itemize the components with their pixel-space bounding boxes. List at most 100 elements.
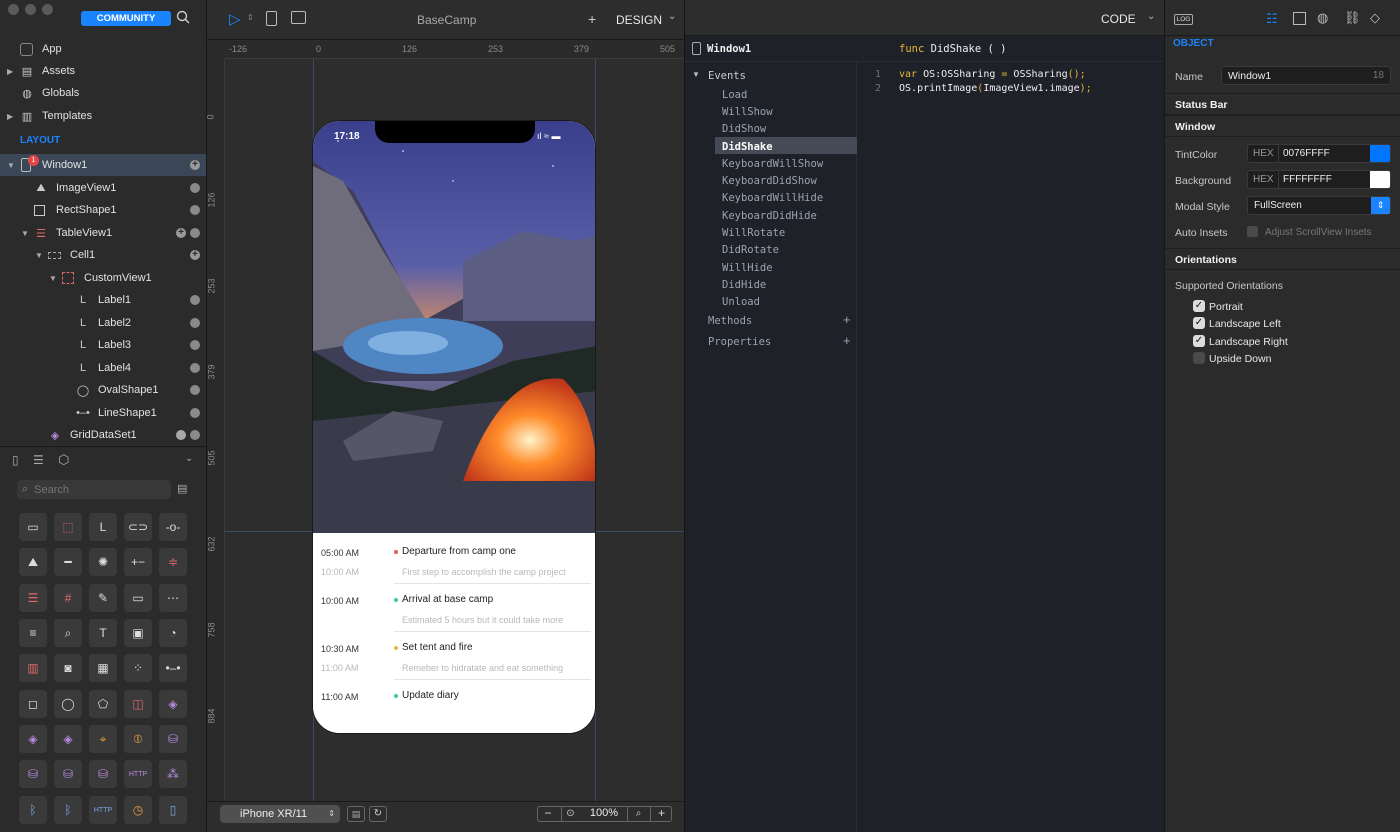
spinner-widget-icon[interactable]: ✺ [89,548,117,576]
add-icon[interactable]: + [190,250,200,260]
tintcolor-swatch[interactable] [1370,145,1390,162]
slider-widget-icon[interactable]: -o- [159,513,187,541]
list-icon[interactable]: ☰ [33,453,44,467]
http2-widget-icon[interactable]: HTTP [89,796,117,824]
http-widget-icon[interactable]: HTTP [124,760,152,788]
disclosure-down-icon[interactable]: ▼ [49,274,57,283]
visibility-dot-icon[interactable] [190,363,200,373]
orientations-section[interactable]: Orientations [1165,248,1400,270]
refresh-icon[interactable]: ↻ [369,806,387,822]
device-select[interactable]: iPhone XR/11 ⇕ [220,805,340,823]
stepper-widget-icon[interactable]: +− [124,548,152,576]
link-tab-icon[interactable]: ⛓ [1344,10,1361,26]
database-widget-icon[interactable]: ⛁ [159,725,187,753]
event-item-keyboardwillhide[interactable]: KeyboardWillHide [722,192,823,204]
carousel-widget-icon[interactable]: ▥ [19,654,47,682]
location-widget-icon[interactable]: ⌖ [89,725,117,753]
db2-widget-icon[interactable]: ⛁ [54,760,82,788]
webview-widget-icon[interactable]: ▣ [124,619,152,647]
label-widget-icon[interactable]: L [89,513,117,541]
video-widget-icon[interactable]: ▦ [89,654,117,682]
event-item-didrotate[interactable]: DidRotate [722,244,779,256]
cube-icon[interactable]: ⬡ [58,452,69,468]
nav-item-globals[interactable]: ◍ Globals [0,82,206,104]
add-property-icon[interactable]: + [843,333,851,348]
picker-widget-icon[interactable]: ≑ [159,548,187,576]
tree-item-label3[interactable]: L Label3 [0,334,206,356]
play-icon[interactable]: ▷ [229,10,241,28]
disclosure-right-icon[interactable]: ▶ [7,67,13,76]
tree-item-label2[interactable]: L Label2 [0,312,206,334]
event-item-keyboarddidshow[interactable]: KeyboardDidShow [722,175,817,187]
tree-item-lineshape1[interactable]: •–• LineShape1 [0,402,206,424]
nav-item-app[interactable]: App [0,38,206,60]
add-button[interactable]: + [588,11,596,27]
visibility-dot-icon[interactable] [190,340,200,350]
tree-item-label4[interactable]: L Label4 [0,357,206,379]
disclosure-down-icon[interactable]: ▼ [21,229,29,238]
portrait-checkbox[interactable]: ✓ [1193,300,1205,312]
disclosure-right-icon[interactable]: ▶ [7,112,13,121]
scatter-widget-icon[interactable]: ⁘ [124,654,152,682]
polygon-widget-icon[interactable]: ⬠ [89,690,117,718]
layout-icon[interactable] [291,11,306,24]
textview-widget-icon[interactable]: ≡ [19,619,47,647]
visibility-dot-icon[interactable] [190,318,200,328]
visibility-dot-icon[interactable] [190,408,200,418]
chart-widget-icon[interactable]: ◔ [159,619,187,647]
event-item-load[interactable]: Load [722,89,747,101]
tree-item-imageview1[interactable]: ⛰ ImageView1 [0,177,206,199]
modal-style-select[interactable]: FullScreen ⇕ [1247,196,1391,215]
properties-tab-icon[interactable]: ☷ [1266,11,1278,27]
add-method-icon[interactable]: + [843,312,851,327]
visibility-dot-icon[interactable] [190,183,200,193]
device-frame[interactable]: 17:18 ıl ≈ ▬ 05:00 AM Departure from cam… [312,120,596,734]
design-mode-label[interactable]: DESIGN [616,13,662,27]
auto-insets-checkbox[interactable] [1247,226,1258,237]
stack2-widget-icon[interactable]: ◈ [54,725,82,753]
searchbar-widget-icon[interactable]: ⌕ [54,619,82,647]
storage-widget-icon[interactable]: ▯ [159,796,187,824]
chevron-updown-icon[interactable]: ⇕ [247,13,254,22]
db3-widget-icon[interactable]: ⛁ [89,760,117,788]
play-icon[interactable] [176,430,186,440]
code-mode-label[interactable]: CODE [1101,12,1136,26]
device-icon[interactable]: ▯ [12,453,19,467]
event-item-unload[interactable]: Unload [722,296,760,308]
tree-item-window1[interactable]: ▼ 1 Window1 + [0,154,206,176]
upside-down-checkbox[interactable] [1193,352,1205,364]
chevron-down-icon[interactable]: ⌄ [185,453,193,464]
name-input[interactable]: Window1 18 [1221,66,1391,85]
zoom-search-icon[interactable]: ⌕ [627,806,649,822]
theme-tab-icon[interactable]: ◍ [1317,10,1328,26]
landscape-left-checkbox[interactable]: ✓ [1193,317,1205,329]
disclosure-down-icon[interactable]: ▼ [7,161,15,170]
button-widget-icon[interactable]: ▭ [19,513,47,541]
tree-item-cell1[interactable]: ▼ Cell1 + [0,244,206,266]
stack-widget-icon[interactable]: ◈ [19,725,47,753]
tree-item-customview1[interactable]: ▼ CustomView1 [0,267,206,289]
timeline-table[interactable]: 05:00 AM Departure from camp one 10:00 A… [313,533,595,733]
visibility-dot-icon[interactable] [190,295,200,305]
event-item-keyboardwillshow[interactable]: KeyboardWillShow [722,158,823,170]
event-item-didhide[interactable]: DidHide [722,279,766,291]
progress-widget-icon[interactable]: ━ [54,548,82,576]
tree-item-tableview1[interactable]: ▼ ☰ TableView1 + [0,222,206,244]
line-widget-icon[interactable]: •–• [159,654,187,682]
pen-widget-icon[interactable]: ✎ [89,584,117,612]
nav-item-templates[interactable]: ▶ ▥ Templates [0,105,206,127]
bluetooth2-widget-icon[interactable]: ᛒ [54,796,82,824]
preview-icon[interactable]: ▤ [347,806,365,822]
table-widget-icon[interactable]: ☰ [19,584,47,612]
chevron-down-icon[interactable]: ⌄ [1147,11,1155,22]
text-widget-icon[interactable]: T [89,619,117,647]
cluster-widget-icon[interactable]: ⁂ [159,760,187,788]
log-button[interactable]: LOG [1174,14,1193,25]
community-badge[interactable]: COMMUNITY [81,11,171,26]
window-zoom-button[interactable] [42,4,53,15]
event-item-willhide[interactable]: WillHide [722,262,773,274]
db1-widget-icon[interactable]: ⛁ [19,760,47,788]
event-item-didshow[interactable]: DidShow [722,123,766,135]
status-bar-section[interactable]: Status Bar [1165,93,1400,115]
frame-tab-icon[interactable] [1293,12,1306,25]
